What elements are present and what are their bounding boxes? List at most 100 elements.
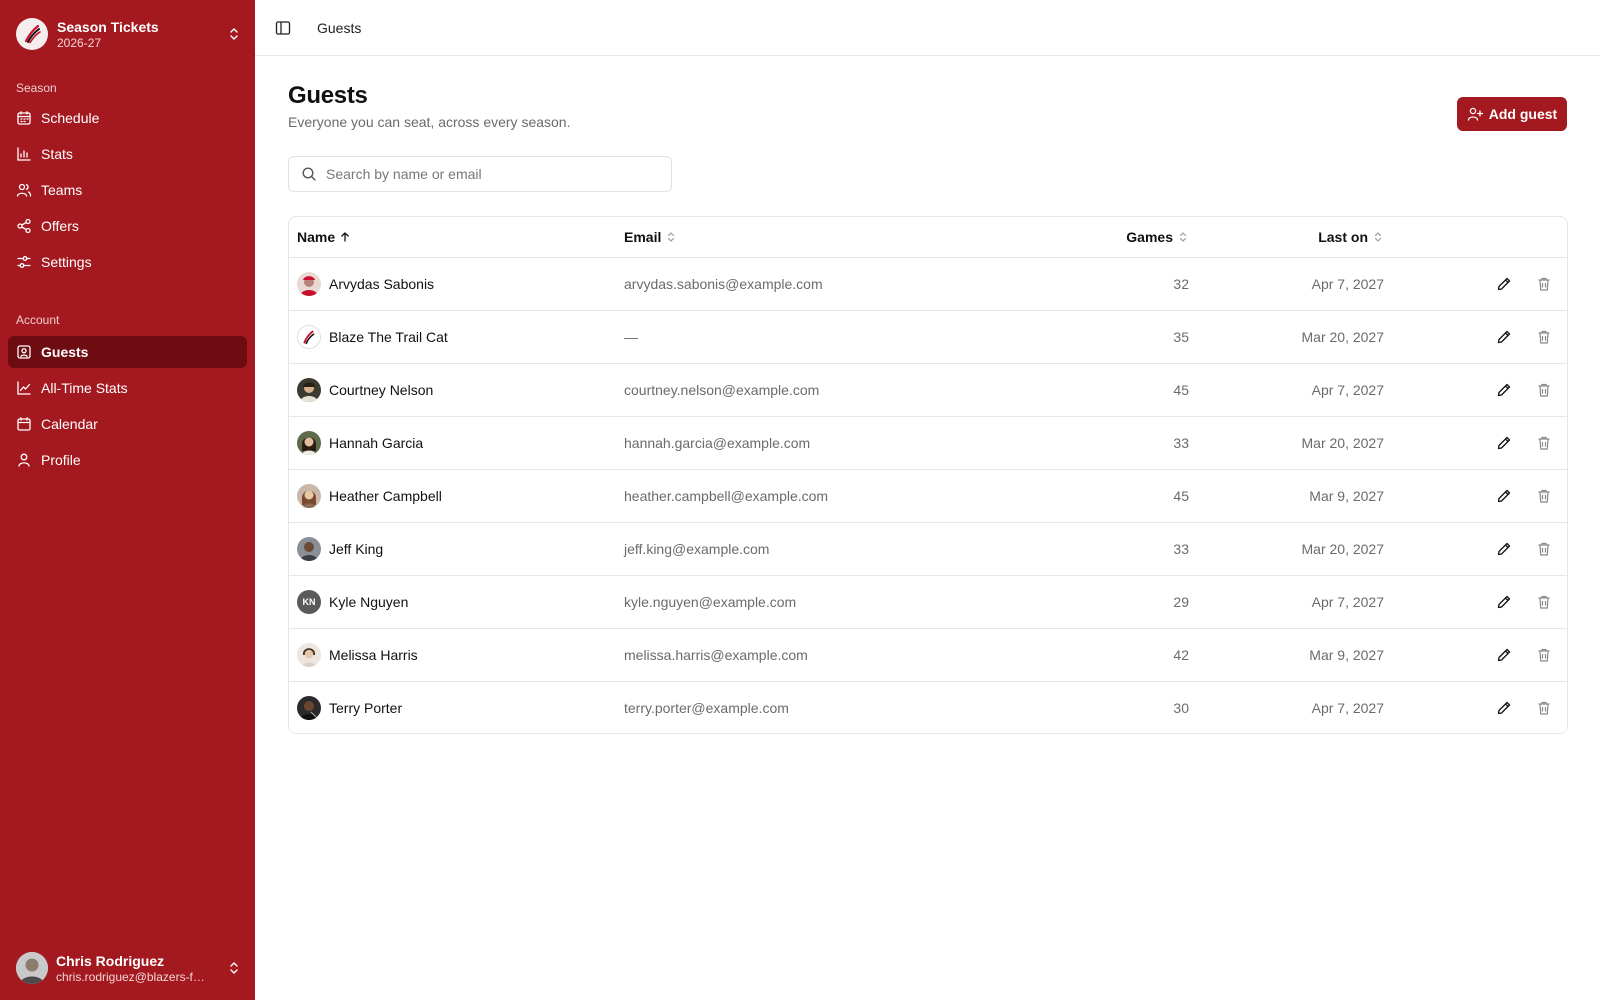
sidebar-item-calendar[interactable]: Calendar	[8, 408, 247, 440]
guest-games: 45	[1173, 488, 1189, 504]
trash-icon	[1538, 330, 1550, 344]
nav-group-season: Season Schedule Stats Teams Offers Setti…	[0, 78, 255, 282]
guest-last-on: Apr 7, 2027	[1311, 594, 1384, 610]
guest-email: terry.porter@example.com	[624, 700, 789, 716]
share-icon	[17, 218, 31, 234]
users-icon	[16, 183, 32, 197]
sidebar-item-settings[interactable]: Settings	[8, 246, 247, 278]
edit-button[interactable]	[1490, 482, 1518, 510]
contact-icon	[17, 345, 31, 359]
guest-last-on: Mar 20, 2027	[1301, 329, 1385, 345]
delete-button[interactable]	[1530, 429, 1558, 457]
delete-button[interactable]	[1530, 641, 1558, 669]
edit-button[interactable]	[1490, 270, 1518, 298]
table-row: Heather Campbell heather.campbell@exampl…	[289, 470, 1567, 523]
edit-button[interactable]	[1490, 694, 1518, 722]
sidebar-item-label: Offers	[41, 218, 79, 234]
guest-games: 32	[1173, 276, 1189, 292]
team-switcher-title: Season Tickets	[57, 18, 159, 35]
guest-games: 45	[1173, 382, 1189, 398]
team-switcher-season: 2026-27	[57, 35, 102, 50]
trash-icon	[1538, 489, 1550, 503]
trash-icon	[1538, 648, 1550, 662]
user-email: chris.rodriguez@blazers-fan.example.com	[56, 969, 208, 984]
delete-button[interactable]	[1530, 323, 1558, 351]
column-header-last-on[interactable]: Last on	[1318, 217, 1384, 257]
avatar	[297, 378, 321, 402]
guest-last-on: Mar 9, 2027	[1309, 488, 1384, 504]
sidebar-item-all-time-stats[interactable]: All-Time Stats	[8, 372, 247, 404]
avatar: KN	[297, 590, 321, 614]
panel-left-icon	[275, 20, 291, 35]
delete-button[interactable]	[1530, 376, 1558, 404]
sidebar: Season Tickets 2026-27 Season Schedule S…	[0, 0, 255, 1000]
column-header-games[interactable]: Games	[1126, 217, 1189, 257]
table-row: KN Kyle Nguyen kyle.nguyen@example.com 29…	[289, 576, 1567, 629]
guest-name: Courtney Nelson	[329, 382, 434, 398]
sidebar-item-label: Stats	[41, 146, 73, 162]
calendar-icon	[17, 417, 31, 431]
sidebar-item-teams[interactable]: Teams	[8, 174, 247, 206]
guest-games: 35	[1173, 329, 1189, 345]
edit-button[interactable]	[1490, 323, 1518, 351]
edit-button[interactable]	[1490, 588, 1518, 616]
guest-email: hannah.garcia@example.com	[624, 435, 811, 451]
column-header-name[interactable]: Name	[297, 217, 351, 257]
sidebar-item-schedule[interactable]: Schedule	[8, 102, 247, 134]
trash-icon	[1538, 277, 1550, 291]
trash-icon	[1538, 383, 1550, 397]
delete-button[interactable]	[1530, 482, 1558, 510]
pencil-icon	[1497, 277, 1511, 291]
delete-button[interactable]	[1530, 588, 1558, 616]
pencil-icon	[1497, 383, 1511, 397]
guest-last-on: Mar 20, 2027	[1301, 435, 1385, 451]
calendar-grid-icon	[17, 111, 31, 125]
sidebar-item-label: All-Time Stats	[41, 380, 128, 396]
guest-last-on: Mar 9, 2027	[1309, 647, 1384, 663]
sidebar-toggle-button[interactable]	[269, 14, 297, 42]
guest-games: 30	[1173, 700, 1189, 716]
column-header-email[interactable]: Email	[624, 217, 677, 257]
table-row: Arvydas Sabonis arvydas.sabonis@example.…	[289, 258, 1567, 311]
avatar	[297, 643, 321, 667]
delete-button[interactable]	[1530, 270, 1558, 298]
pencil-icon	[1497, 595, 1511, 609]
edit-button[interactable]	[1490, 429, 1518, 457]
edit-button[interactable]	[1490, 641, 1518, 669]
add-guest-button[interactable]: Add guest	[1457, 97, 1567, 131]
pencil-icon	[1497, 489, 1511, 503]
line-chart-icon	[17, 381, 31, 395]
chevron-up-down-icon	[230, 962, 238, 974]
table-row: Terry Porter terry.porter@example.com 30…	[289, 682, 1567, 733]
user-menu[interactable]: Chris Rodriguez chris.rodriguez@blazers-…	[16, 950, 242, 986]
guest-name: Arvydas Sabonis	[329, 276, 435, 292]
sidebar-item-profile[interactable]: Profile	[8, 444, 247, 476]
sidebar-item-guests[interactable]: Guests	[8, 336, 247, 368]
sidebar-item-label: Teams	[41, 182, 83, 198]
team-logo-icon	[16, 18, 48, 50]
search-icon	[302, 167, 316, 181]
pencil-icon	[1497, 701, 1511, 715]
avatar	[297, 696, 321, 720]
delete-button[interactable]	[1530, 535, 1558, 563]
sidebar-item-offers[interactable]: Offers	[8, 210, 247, 242]
search-input[interactable]	[326, 166, 656, 182]
guest-name: Melissa Harris	[329, 647, 418, 663]
guest-last-on: Apr 7, 2027	[1311, 382, 1384, 398]
sidebar-item-stats[interactable]: Stats	[8, 138, 247, 170]
edit-button[interactable]	[1490, 376, 1518, 404]
edit-button[interactable]	[1490, 535, 1518, 563]
guest-name: Blaze The Trail Cat	[329, 329, 448, 345]
guests-table: Name Email Games Last on Arvydas Sabonis…	[288, 216, 1568, 734]
guest-name: Terry Porter	[329, 700, 403, 716]
guest-last-on: Apr 7, 2027	[1311, 276, 1384, 292]
team-switcher[interactable]: Season Tickets 2026-27	[16, 14, 242, 54]
delete-button[interactable]	[1530, 694, 1558, 722]
guest-name: Kyle Nguyen	[329, 594, 409, 610]
nav-group-label: Account	[16, 313, 60, 327]
sidebar-item-label: Profile	[41, 452, 81, 468]
table-header: Name Email Games Last on	[289, 217, 1567, 258]
table-row: Jeff King jeff.king@example.com 33 Mar 2…	[289, 523, 1567, 576]
trash-icon	[1538, 701, 1550, 715]
guest-games: 29	[1173, 594, 1189, 610]
